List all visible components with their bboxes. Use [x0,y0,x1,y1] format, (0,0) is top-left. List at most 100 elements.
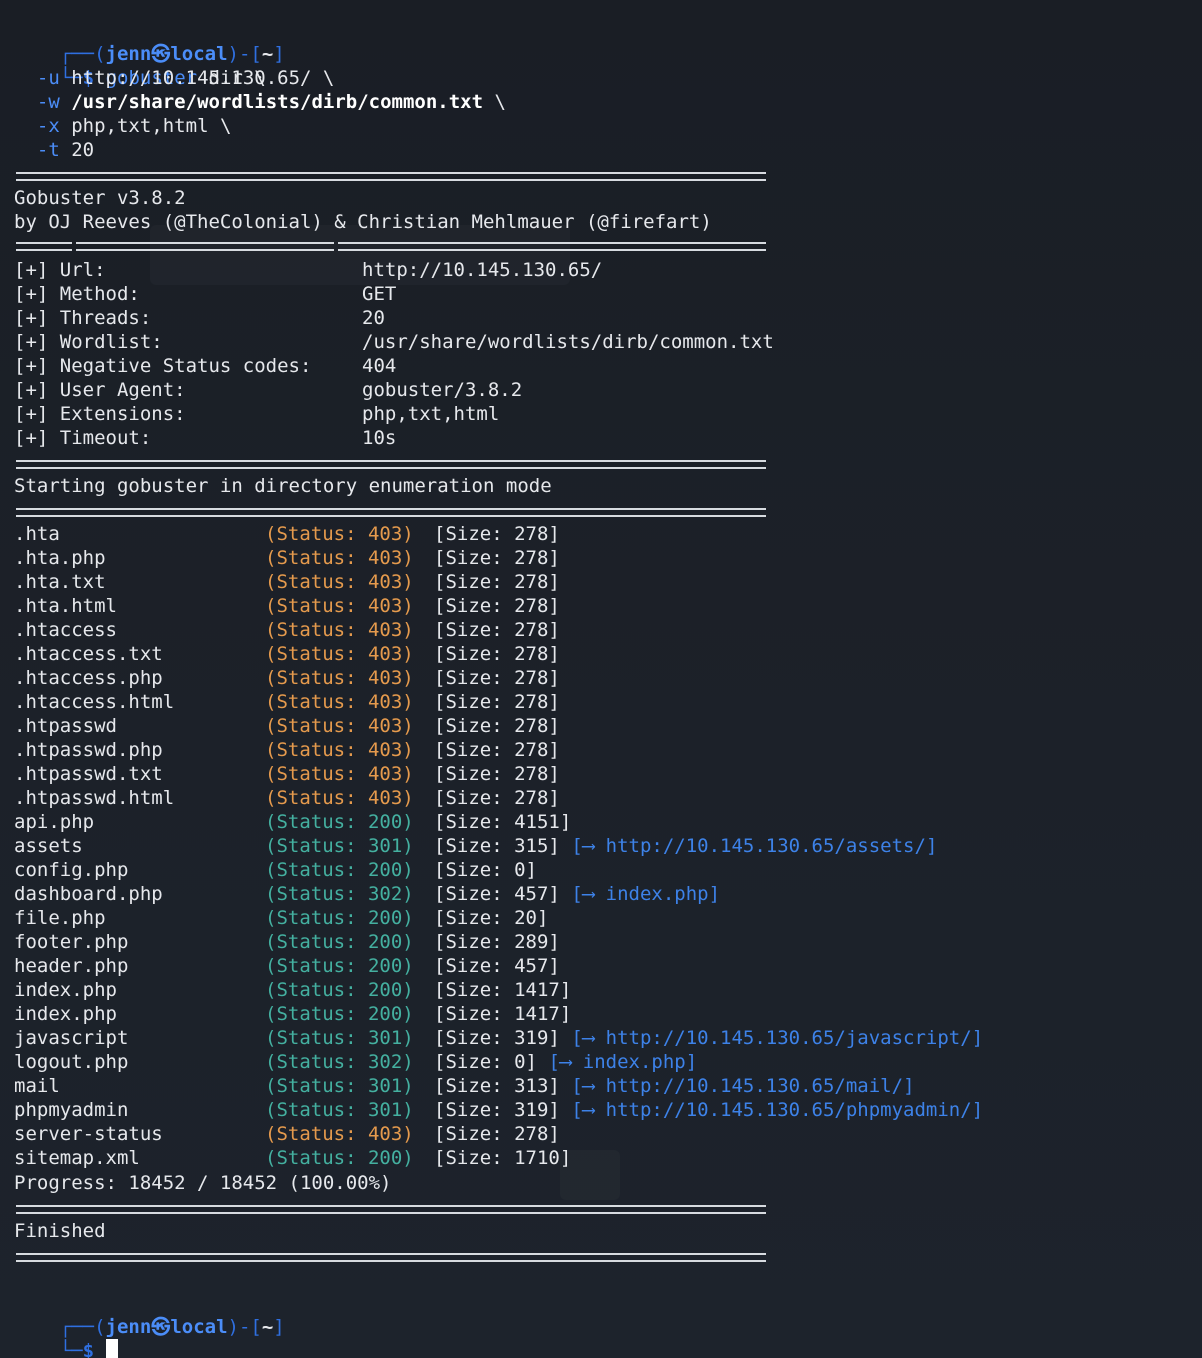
config-row: [+] Extensions: php,txt,html [14,402,914,426]
config-label: [+] Threads: [14,307,152,329]
result-size-value: 313 [514,1075,549,1097]
prompt-line-1: ┌──(jenn㉿local)-[~] [59,43,285,65]
result-size-value: 278 [514,523,549,545]
config-row: [+] Method: GET [14,282,914,306]
result-path: dashboard.php [14,883,163,905]
result-size: [Size: 319] [⟶ http://10.145.130.65/java… [434,1027,984,1049]
result-status: (Status: 200) [265,907,414,929]
redirect-link[interactable]: http://10.145.130.65/phpmyadmin/ [606,1099,972,1121]
command-flag: -t [36,139,60,161]
config-label: [+] Url: [14,259,106,281]
result-row: assets (Status: 301) [Size: 315] [⟶ http:/… [14,834,1114,858]
result-size-value: 278 [514,739,549,761]
result-row: javascript (Status: 301) [Size: 319] [⟶ ht… [14,1026,1114,1050]
result-path: sitemap.xml [14,1147,140,1169]
text-cursor[interactable] [105,1339,118,1358]
result-status: (Status: 403) [265,691,414,713]
result-path: index.php [14,1003,117,1025]
result-size: [Size: 278] [434,643,560,665]
result-row: .htaccess (Status: 403) [Size: 278] [14,618,1114,642]
result-status: (Status: 403) [265,715,414,737]
result-size: [Size: 278] [434,619,560,641]
result-status-code: 403 [367,1123,403,1145]
result-row: server-status (Status: 403) [Size: 278] [14,1122,1114,1146]
result-size: [Size: 1710] [434,1147,572,1169]
result-status-code: 200 [367,931,403,953]
result-row: .htaccess.php (Status: 403) [Size: 278] [14,666,1114,690]
result-status: (Status: 200) [265,811,414,833]
result-path: .htpasswd.php [14,739,163,761]
result-status: (Status: 403) [265,523,414,545]
result-path: .hta.html [14,595,117,617]
result-status: (Status: 301) [265,835,414,857]
redirect-link[interactable]: index.php [583,1051,686,1073]
command-flag-value: http://10.145.130.65/ \ [71,67,335,89]
result-status-code: 301 [367,1027,403,1049]
result-size-value: 4151 [514,811,560,833]
result-row: index.php (Status: 200) [Size: 1417] [14,978,1114,1002]
result-size: [Size: 278] [434,571,560,593]
result-size-value: 1710 [514,1147,560,1169]
result-status-code: 302 [367,1051,403,1073]
result-size: [Size: 278] [434,691,560,713]
result-status: (Status: 200) [265,955,414,977]
result-status: (Status: 302) [265,883,414,905]
result-status: (Status: 302) [265,1051,414,1073]
result-row: .htpasswd.html (Status: 403) [Size: 278] [14,786,1114,810]
result-size: [Size: 0] [⟶ index.php] [434,1051,698,1073]
result-path: header.php [14,955,129,977]
result-size: [Size: 278] [434,595,560,617]
terminal-window[interactable]: ┌──(jenn㉿local)-[~] └─$ gobuster dir \ -… [0,0,1202,1358]
result-redirect: [⟶ http://10.145.130.65/phpmyadmin/] [571,1099,984,1121]
result-redirect: [⟶ http://10.145.130.65/javascript/] [571,1027,984,1049]
result-row: logout.php (Status: 302) [Size: 0] [⟶ inde… [14,1050,1114,1074]
config-label: [+] Method: [14,283,140,305]
prompt-host: local [170,1316,228,1338]
result-status: (Status: 403) [265,571,414,593]
input-line[interactable]: └─$ [14,1315,118,1358]
result-path: .hta.txt [14,571,106,593]
result-status: (Status: 403) [265,643,414,665]
result-size: [Size: 278] [434,787,560,809]
result-size: [Size: 278] [434,523,560,545]
redirect-link[interactable]: http://10.145.130.65/javascript/ [606,1027,972,1049]
result-size-value: 315 [514,835,549,857]
separator [16,172,766,181]
result-redirect: [⟶ index.php] [548,1051,698,1073]
result-status: (Status: 403) [265,1123,414,1145]
result-size-value: 278 [514,643,549,665]
result-row: dashboard.php (Status: 302) [Size: 457] [⟶… [14,882,1114,906]
config-value: http://10.145.130.65/ [362,259,603,281]
redirect-link[interactable]: index.php [606,883,709,905]
result-size: [Size: 4151] [434,811,572,833]
result-size: [Size: 278] [434,763,560,785]
result-row: .hta.php (Status: 403) [Size: 278] [14,546,1114,570]
redirect-link[interactable]: http://10.145.130.65/assets/ [606,835,926,857]
config-value: 404 [362,355,397,377]
result-status-code: 403 [367,763,403,785]
prompt-at-symbol: ㉿ [151,1316,171,1338]
result-row: footer.php (Status: 200) [Size: 289] [14,930,1114,954]
result-status: (Status: 200) [265,1003,414,1025]
result-size: [Size: 315] [⟶ http://10.145.130.65/asse… [434,835,938,857]
result-size-value: 457 [514,955,549,977]
config-value: GET [362,283,397,305]
result-size-value: 457 [514,883,549,905]
result-path: .htaccess.php [14,667,163,689]
redirect-link[interactable]: http://10.145.130.65/mail/ [606,1075,903,1097]
result-status-code: 200 [367,1147,403,1169]
result-size: [Size: 278] [434,739,560,761]
config-value: gobuster/3.8.2 [362,379,523,401]
result-redirect: [⟶ index.php] [571,883,721,905]
result-size: [Size: 457] [⟶ index.php] [434,883,721,905]
result-path: .hta.php [14,547,106,569]
result-size-value: 289 [514,931,549,953]
result-status: (Status: 301) [265,1027,414,1049]
result-size: [Size: 20] [434,907,549,929]
result-size-value: 319 [514,1099,549,1121]
result-status-code: 403 [367,643,403,665]
config-row: [+] Url: http://10.145.130.65/ [14,258,914,282]
result-row: .htaccess.txt (Status: 403) [Size: 278] [14,642,1114,666]
result-size: [Size: 1417] [434,1003,572,1025]
config-row: [+] Negative Status codes: 404 [14,354,914,378]
